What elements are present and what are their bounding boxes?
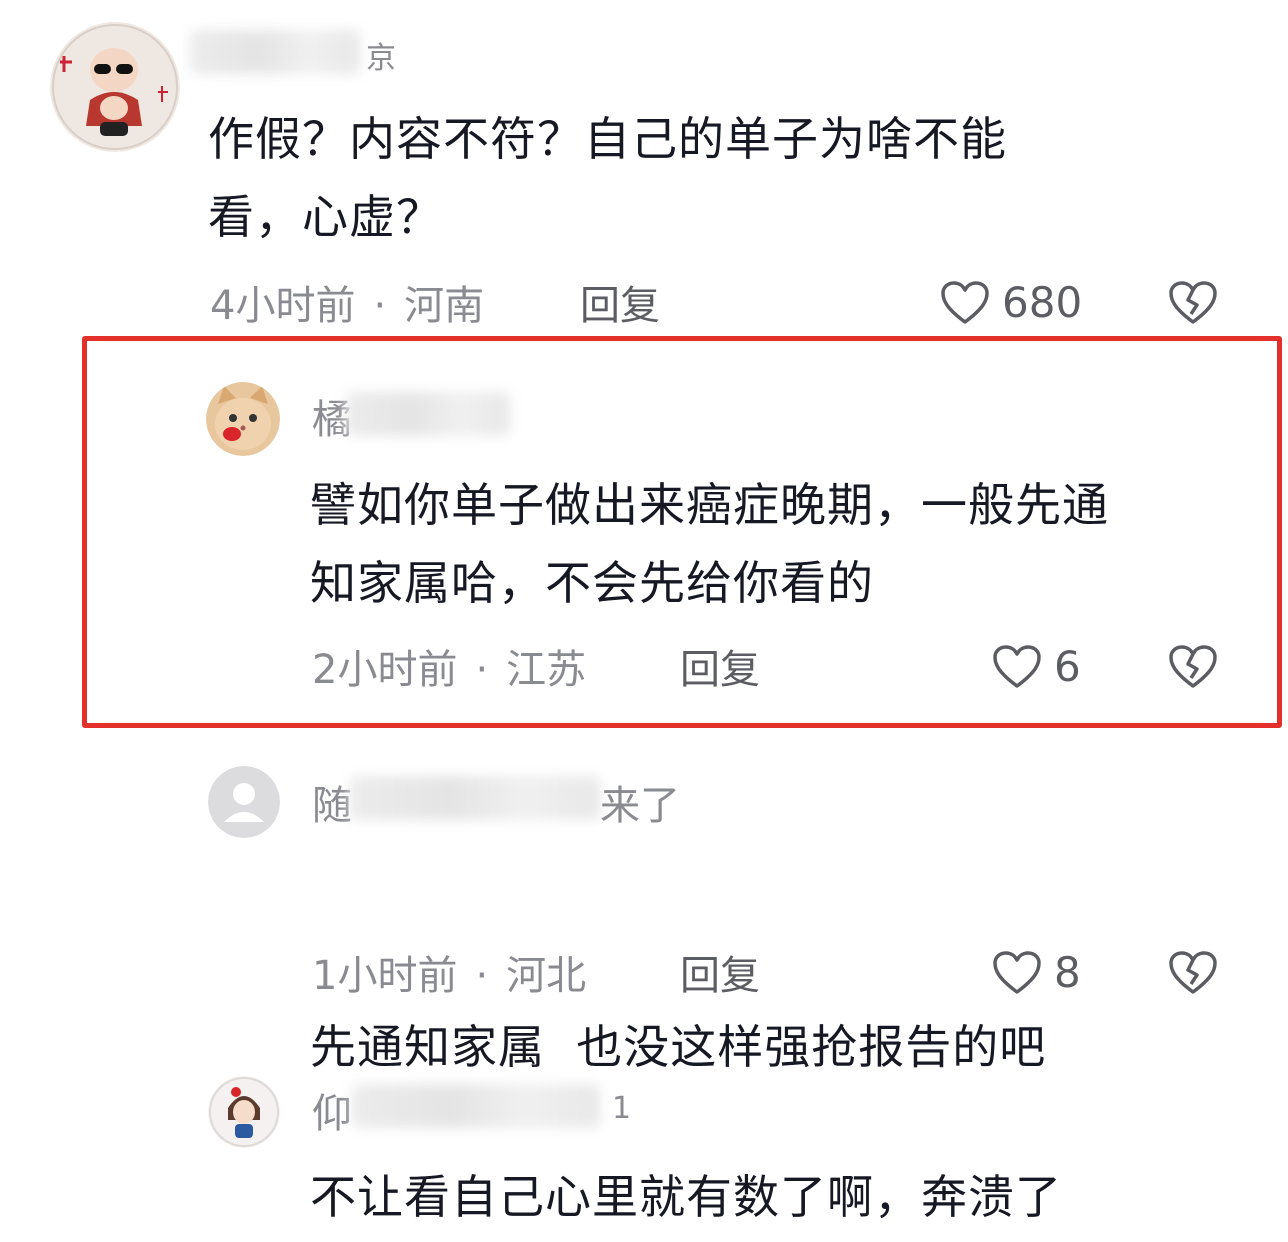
- timestamp: 4小时前: [210, 283, 356, 329]
- heart-outline-icon: [940, 280, 990, 326]
- username-redacted: [352, 1084, 600, 1128]
- comment-text-line: 知家属哈，不会先给你看的: [310, 556, 874, 610]
- broken-heart-icon: [1168, 280, 1218, 326]
- comment-text: 作假？内容不符？自己的单子为啥不能 看，心虚？: [208, 100, 1007, 256]
- comment-text-line: 先通知家属 也没这样强抢报告的吧: [310, 1020, 1047, 1074]
- reply-button[interactable]: 回复: [680, 650, 760, 690]
- broken-heart-icon: [1168, 644, 1218, 690]
- heart-outline-icon: [992, 950, 1042, 996]
- avatar[interactable]: [206, 382, 280, 456]
- timestamp: 1小时前: [312, 953, 458, 999]
- username[interactable]: 仰: [312, 1094, 352, 1134]
- broken-heart-icon: [1168, 950, 1218, 996]
- avatar[interactable]: [208, 766, 280, 838]
- comment-meta: 1小时前 · 河北: [312, 956, 586, 996]
- avatar-girl-image: [208, 1076, 280, 1148]
- comment-text-line: 看，心虚？: [208, 190, 443, 244]
- like-button[interactable]: 6: [992, 644, 1081, 690]
- username-redacted: [346, 392, 510, 436]
- username-tail: 来了: [600, 783, 680, 829]
- comment-text-line: 作假？内容不符？自己的单子为啥不能: [208, 112, 1007, 166]
- username[interactable]: 随: [312, 786, 352, 826]
- dislike-button[interactable]: [1168, 644, 1218, 690]
- separator: ·: [475, 647, 489, 693]
- avatar-baby-image: [50, 22, 180, 152]
- dislike-button[interactable]: [1168, 950, 1218, 996]
- like-count: 680: [1002, 278, 1083, 327]
- like-count: 6: [1054, 642, 1081, 691]
- separator: ·: [475, 953, 489, 999]
- location: 河北: [506, 953, 587, 999]
- comment-meta: 2小时前 · 江苏: [312, 650, 586, 690]
- comment-text-line: 不让看自己心里就有数了啊，奔溃了: [310, 1170, 1062, 1224]
- like-button[interactable]: 8: [992, 950, 1081, 996]
- dislike-button[interactable]: [1168, 280, 1218, 326]
- reply-button[interactable]: 回复: [580, 286, 660, 326]
- username-redacted: [190, 30, 360, 74]
- username-redacted: [350, 776, 600, 820]
- like-count: 8: [1054, 948, 1081, 997]
- timestamp: 2小时前: [312, 647, 458, 693]
- location: 河南: [404, 283, 485, 329]
- username[interactable]: 京: [366, 44, 396, 74]
- avatar-cat-image: [206, 382, 280, 456]
- comment-text: 不让看自己心里就有数了啊，奔溃了: [310, 1158, 1062, 1236]
- comment-text-line: 譬如你单子做出来癌症晚期，一般先通: [310, 478, 1109, 532]
- default-user-icon: [208, 766, 280, 838]
- comment-text: 譬如你单子做出来癌症晚期，一般先通 知家属哈，不会先给你看的: [310, 466, 1109, 622]
- location: 江苏: [506, 647, 587, 693]
- username-tail: 1: [612, 1091, 632, 1126]
- avatar[interactable]: [50, 22, 180, 152]
- comment-meta: 4小时前 · 河南: [210, 286, 484, 326]
- avatar[interactable]: [208, 1076, 280, 1148]
- reply-button[interactable]: 回复: [680, 956, 760, 996]
- like-button[interactable]: 680: [940, 280, 1082, 326]
- heart-outline-icon: [992, 644, 1042, 690]
- separator: ·: [373, 283, 387, 329]
